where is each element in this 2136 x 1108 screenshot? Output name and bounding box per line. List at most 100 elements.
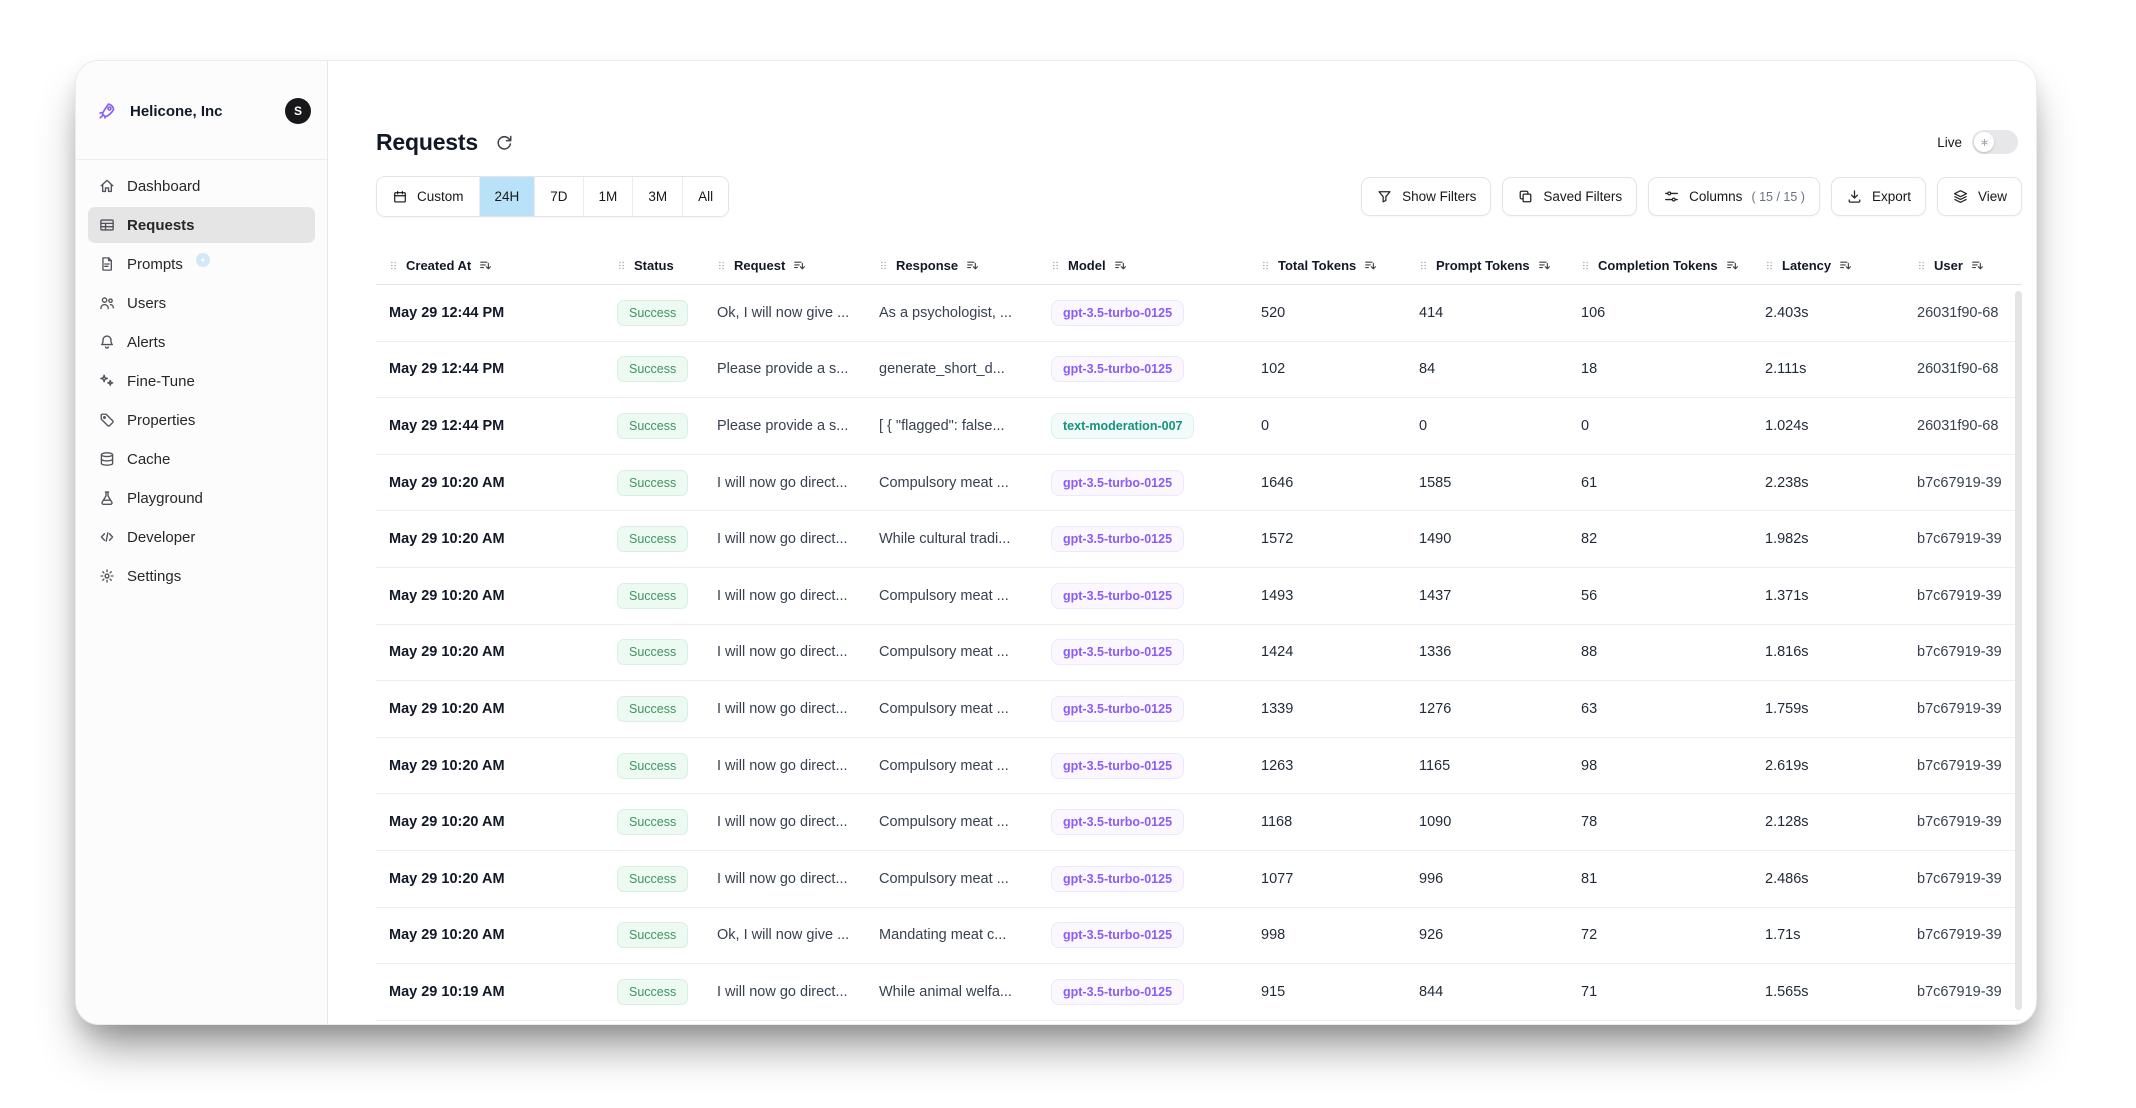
table-row[interactable]: May 29 10:20 AM Success I will now go di… bbox=[376, 681, 2022, 738]
cell-latency: 1.816s bbox=[1752, 644, 1904, 660]
drag-handle-icon[interactable] bbox=[616, 259, 627, 272]
user-avatar[interactable]: S bbox=[285, 98, 311, 124]
view-button[interactable]: View bbox=[1937, 177, 2022, 216]
sort-icon[interactable] bbox=[1537, 258, 1552, 273]
column-header[interactable]: Completion Tokens bbox=[1568, 258, 1752, 273]
drag-handle-icon[interactable] bbox=[388, 259, 399, 272]
time-range-option[interactable]: 3M bbox=[633, 177, 683, 216]
column-header[interactable]: Prompt Tokens bbox=[1406, 258, 1568, 273]
cell-prompt-tokens: 926 bbox=[1406, 927, 1568, 943]
table-row[interactable]: May 29 10:19 AM Success I will now go di… bbox=[376, 964, 2022, 1021]
sidebar-item[interactable]: Cache bbox=[88, 441, 315, 477]
drag-handle-icon[interactable] bbox=[1580, 259, 1591, 272]
cell-user: 26031f90-68 bbox=[1904, 418, 2022, 434]
column-header[interactable]: Total Tokens bbox=[1248, 258, 1406, 273]
drag-handle-icon[interactable] bbox=[878, 259, 889, 272]
table-row[interactable]: May 29 10:20 AM Success I will now go di… bbox=[376, 851, 2022, 908]
app-window: Helicone, Inc S Dashboard Requests bbox=[75, 60, 2037, 1025]
cell-response: Compulsory meat ... bbox=[866, 758, 1038, 774]
cell-response: As a psychologist, ... bbox=[866, 305, 1038, 321]
status-badge: Success bbox=[617, 413, 688, 439]
sidebar-item[interactable]: Playground bbox=[88, 480, 315, 516]
column-header[interactable]: Request bbox=[704, 258, 866, 273]
column-header[interactable]: Model bbox=[1038, 258, 1248, 273]
drag-handle-icon[interactable] bbox=[1050, 259, 1061, 272]
table-row[interactable]: May 29 12:44 PM Success Please provide a… bbox=[376, 342, 2022, 399]
cell-created-at: May 29 10:20 AM bbox=[376, 701, 604, 717]
table-row[interactable]: May 29 10:20 AM Success I will now go di… bbox=[376, 568, 2022, 625]
cell-user: b7c67919-39 bbox=[1904, 475, 2022, 491]
status-badge: Success bbox=[617, 809, 688, 835]
cell-completion-tokens: 72 bbox=[1568, 927, 1752, 943]
sort-icon[interactable] bbox=[1725, 258, 1740, 273]
time-range-option[interactable]: All bbox=[683, 177, 728, 216]
sidebar-item[interactable]: Users bbox=[88, 285, 315, 321]
table-row[interactable]: May 29 10:20 AM Success Ok, I will now g… bbox=[376, 908, 2022, 965]
cell-response: [ { "flagged": false... bbox=[866, 418, 1038, 434]
time-range-option[interactable]: 1M bbox=[584, 177, 634, 216]
drag-handle-icon[interactable] bbox=[1418, 259, 1429, 272]
sidebar-item[interactable]: Prompts ✦ bbox=[88, 246, 315, 282]
model-badge: gpt-3.5-turbo-0125 bbox=[1051, 753, 1184, 779]
cell-request: Ok, I will now give ... bbox=[704, 927, 866, 943]
status-badge: Success bbox=[617, 583, 688, 609]
layers-icon bbox=[1952, 188, 1969, 205]
cell-request: I will now go direct... bbox=[704, 871, 866, 887]
time-range-option[interactable]: 24H bbox=[480, 177, 536, 216]
column-header[interactable]: Created At bbox=[376, 258, 604, 273]
table-row[interactable]: May 29 10:20 AM Success I will now go di… bbox=[376, 625, 2022, 682]
sort-icon[interactable] bbox=[1970, 258, 1985, 273]
sidebar-item[interactable]: Alerts bbox=[88, 324, 315, 360]
page-title: Requests bbox=[376, 129, 478, 156]
show-filters-button[interactable]: Show Filters bbox=[1361, 177, 1491, 216]
cell-completion-tokens: 63 bbox=[1568, 701, 1752, 717]
column-header[interactable]: Status bbox=[604, 258, 704, 273]
columns-button[interactable]: Columns ( 15 / 15 ) bbox=[1648, 177, 1820, 216]
refresh-button[interactable] bbox=[494, 132, 514, 152]
sidebar-item[interactable]: Fine-Tune bbox=[88, 363, 315, 399]
column-header[interactable]: Latency bbox=[1752, 258, 1904, 273]
drag-handle-icon[interactable] bbox=[1260, 259, 1271, 272]
cell-completion-tokens: 81 bbox=[1568, 871, 1752, 887]
sort-icon[interactable] bbox=[478, 258, 493, 273]
cell-completion-tokens: 98 bbox=[1568, 758, 1752, 774]
export-button[interactable]: Export bbox=[1831, 177, 1926, 216]
drag-handle-icon[interactable] bbox=[716, 259, 727, 272]
org-switcher[interactable]: Helicone, Inc S bbox=[76, 61, 327, 160]
sidebar-item[interactable]: Dashboard bbox=[88, 168, 315, 204]
cell-latency: 1.024s bbox=[1752, 418, 1904, 434]
sidebar-item[interactable]: Requests bbox=[88, 207, 315, 243]
cell-response: Compulsory meat ... bbox=[866, 588, 1038, 604]
table-row[interactable]: May 29 10:20 AM Success I will now go di… bbox=[376, 738, 2022, 795]
table-row[interactable]: May 29 10:20 AM Success I will now go di… bbox=[376, 794, 2022, 851]
sort-icon[interactable] bbox=[965, 258, 980, 273]
nav-label: Properties bbox=[127, 412, 195, 429]
table-row[interactable]: May 29 10:20 AM Success I will now go di… bbox=[376, 455, 2022, 512]
sort-icon[interactable] bbox=[1838, 258, 1853, 273]
column-header[interactable]: User bbox=[1904, 258, 2022, 273]
sort-icon[interactable] bbox=[1113, 258, 1128, 273]
table-row[interactable]: May 29 12:44 PM Success Please provide a… bbox=[376, 398, 2022, 455]
cell-latency: 1.759s bbox=[1752, 701, 1904, 717]
custom-range-button[interactable]: Custom bbox=[377, 177, 480, 216]
sort-icon[interactable] bbox=[1363, 258, 1378, 273]
drag-handle-icon[interactable] bbox=[1764, 259, 1775, 272]
nav-label: Cache bbox=[127, 451, 170, 468]
table-row[interactable]: May 29 12:44 PM Success Ok, I will now g… bbox=[376, 285, 2022, 342]
saved-filters-button[interactable]: Saved Filters bbox=[1502, 177, 1637, 216]
time-range-option[interactable]: 7D bbox=[535, 177, 583, 216]
sort-icon[interactable] bbox=[792, 258, 807, 273]
cell-response: Compulsory meat ... bbox=[866, 814, 1038, 830]
download-icon bbox=[1846, 188, 1863, 205]
sidebar-item[interactable]: Settings bbox=[88, 558, 315, 594]
cell-latency: 2.238s bbox=[1752, 475, 1904, 491]
drag-handle-icon[interactable] bbox=[1916, 259, 1927, 272]
sidebar-item[interactable]: Properties bbox=[88, 402, 315, 438]
live-toggle[interactable] bbox=[1972, 130, 2018, 154]
cell-response: Compulsory meat ... bbox=[866, 871, 1038, 887]
sidebar-item[interactable]: Developer bbox=[88, 519, 315, 555]
nav-label: Developer bbox=[127, 529, 195, 546]
column-header[interactable]: Response bbox=[866, 258, 1038, 273]
table-row[interactable]: May 29 10:20 AM Success I will now go di… bbox=[376, 511, 2022, 568]
table-scrollbar[interactable] bbox=[2015, 291, 2022, 1010]
